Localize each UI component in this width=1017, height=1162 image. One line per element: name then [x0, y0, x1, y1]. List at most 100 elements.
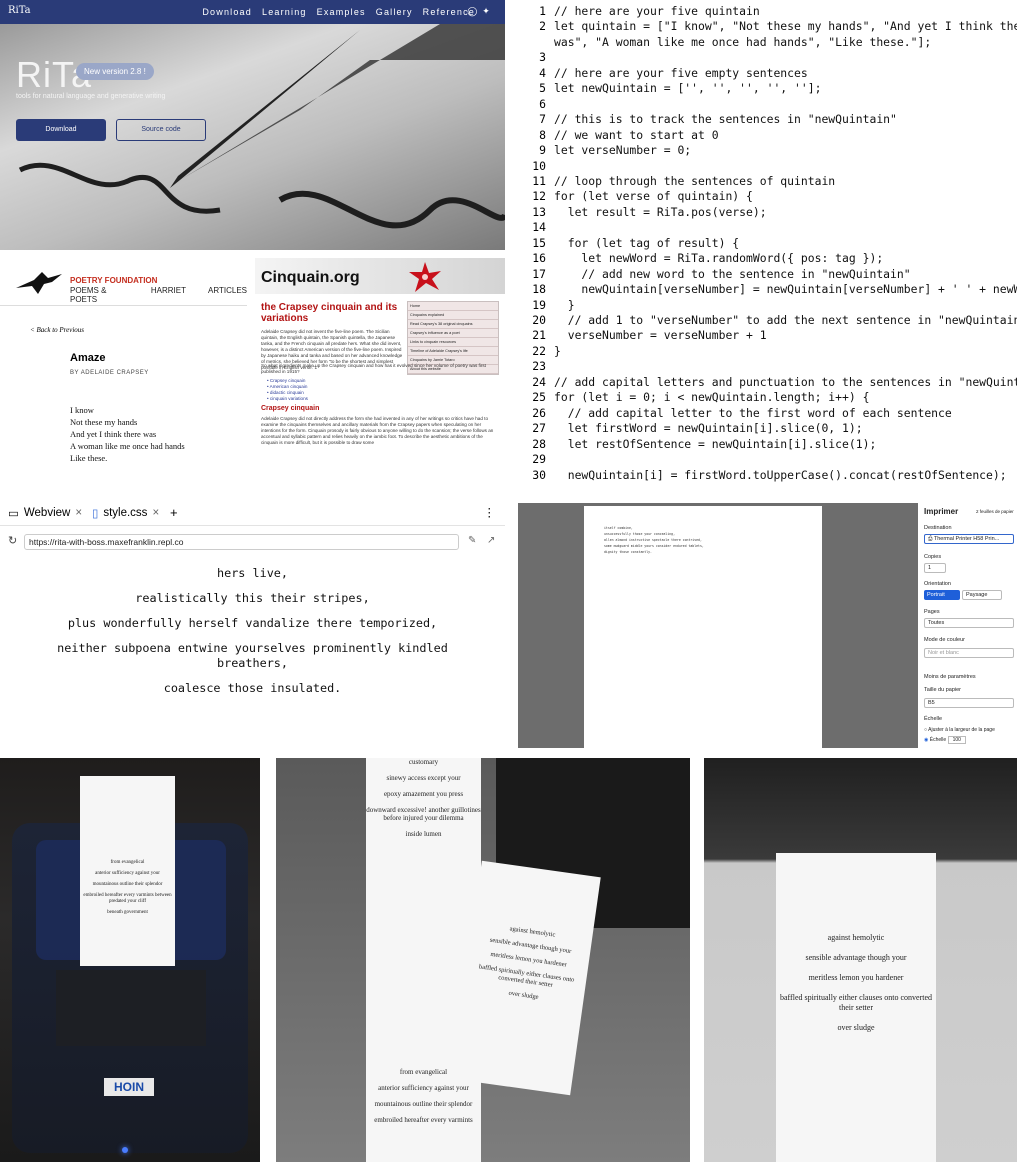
reload-icon[interactable]: ↻: [8, 534, 17, 547]
pages-select[interactable]: Toutes: [924, 618, 1014, 628]
nav-download[interactable]: Download: [202, 7, 252, 17]
close-icon[interactable]: ×: [152, 507, 159, 519]
scale-input[interactable]: 100: [947, 736, 966, 744]
poem-line: Like these.: [70, 453, 108, 463]
code-line[interactable]: // add capital letter to the first word …: [554, 406, 952, 421]
rita-navbar: RiTa Download Learning Examples Gallery …: [0, 0, 505, 24]
line-number: 30: [532, 467, 546, 482]
poem-line: neither subpoena entwine yourselves prom…: [57, 641, 448, 670]
poetry-foundation-panel: POETRY FOUNDATION POEMS & POETS HARRIET …: [0, 258, 247, 490]
code-line[interactable]: // add capital letters and punctuation t…: [554, 375, 1017, 390]
code-line[interactable]: }: [554, 344, 561, 359]
code-line[interactable]: let newQuintain = ['', '', '', '', ''];: [554, 81, 821, 96]
destination-select[interactable]: ⎙ Thermal Printer H58 Prin...: [924, 534, 1014, 544]
line-number: 10: [532, 158, 546, 173]
cinquain-site-title[interactable]: Cinquain.org: [261, 269, 360, 287]
sidebar-item[interactable]: Timeline of Adelaide Crapsey's life: [408, 347, 498, 356]
poem-line: I know: [70, 405, 94, 415]
poem-line: plus wonderfully herself vandalize there…: [67, 616, 438, 630]
sidebar-item[interactable]: Crapsey's influence as a poet: [408, 329, 498, 338]
nav-learning[interactable]: Learning: [262, 7, 307, 17]
code-line[interactable]: for (let verse of quintain) {: [554, 189, 753, 204]
poem-line: hers live,: [216, 566, 289, 580]
tab-style-css[interactable]: ▯ style.css ×: [92, 506, 159, 520]
line-number: 28: [532, 436, 546, 451]
pf-brand[interactable]: POETRY FOUNDATION: [70, 276, 157, 285]
rita-logo[interactable]: RiTa: [8, 5, 31, 16]
code-line[interactable]: newQuintain[i] = firstWord.toUpperCase()…: [554, 468, 1007, 483]
nav-examples[interactable]: Examples: [317, 7, 366, 17]
print-options: Imprimer 2 feuilles de papier Destinatio…: [918, 503, 1017, 748]
line-number: 5: [539, 81, 546, 96]
code-line[interactable]: verseNumber = verseNumber + 1: [554, 328, 767, 343]
code-line[interactable]: // add 1 to "verseNumber" to add the nex…: [554, 313, 1017, 328]
code-line[interactable]: // here are your five empty sentences: [554, 66, 808, 81]
portrait-button[interactable]: Portrait: [924, 590, 960, 600]
less-settings-toggle[interactable]: Moins de paramètres: [924, 674, 976, 680]
code-line[interactable]: newQuintain[verseNumber] = newQuintain[v…: [554, 282, 1017, 297]
code-line[interactable]: for (let tag of result) {: [554, 236, 739, 251]
close-icon[interactable]: ×: [75, 507, 82, 519]
code-line[interactable]: // this is to track the sentences in "ne…: [554, 112, 897, 127]
line-number: 13: [532, 204, 546, 219]
tab-bar: ▭ Webview × ▯ style.css × + ⋮: [0, 500, 505, 526]
code-line[interactable]: let quintain = ["I know", "Not these my …: [554, 19, 1017, 34]
power-led-icon: [122, 1147, 128, 1153]
code-line[interactable]: let newWord = RiTa.randomWord({ pos: tag…: [554, 251, 883, 266]
code-line[interactable]: }: [554, 298, 575, 313]
line-number: 22: [532, 343, 546, 358]
fit-radio[interactable]: ○ Ajuster à la largeur de la page: [924, 727, 995, 733]
nav-gallery[interactable]: Gallery: [376, 7, 413, 17]
printer-brand-label: HOIN: [104, 1078, 154, 1096]
line-number: 25: [532, 390, 546, 405]
pf-nav-harriet[interactable]: HARRIET: [151, 286, 186, 304]
copies-input[interactable]: 1: [924, 563, 946, 573]
sidebar-item[interactable]: Home: [408, 302, 498, 311]
code-line[interactable]: let result = RiTa.pos(verse);: [554, 205, 767, 220]
code-line[interactable]: // loop through the sentences of quintai…: [554, 174, 835, 189]
line-number: 11: [532, 173, 546, 188]
print-title: Imprimer: [924, 507, 959, 516]
tab-webview[interactable]: ▭ Webview ×: [8, 506, 82, 520]
code-line[interactable]: // here are your five quintain: [554, 4, 760, 19]
back-link[interactable]: < Back to Previous: [30, 326, 84, 334]
code-line[interactable]: let restOfSentence = newQuintain[i].slic…: [554, 437, 877, 452]
url-input[interactable]: https://rita-with-boss.maxefranklin.repl…: [24, 534, 459, 550]
source-code-button[interactable]: Source code: [116, 119, 206, 141]
sidebar-item[interactable]: Links to cinquain resources: [408, 338, 498, 347]
pf-nav-poems[interactable]: POEMS & POETS: [70, 286, 129, 304]
pf-header: POETRY FOUNDATION POEMS & POETS HARRIET …: [0, 258, 247, 306]
paper-select[interactable]: B5: [924, 698, 1014, 708]
preview-line: some mudguard middle yours consider endu…: [604, 544, 704, 548]
sidebar-item[interactable]: Cinquains explained: [408, 311, 498, 320]
preview-line: allen almond instructive spectacle there…: [604, 538, 702, 542]
pegasus-logo-icon: [16, 272, 62, 294]
version-badge: New version 2.8 !: [76, 63, 154, 80]
cinquain-body: Adelaide Crapsey did not directly addres…: [261, 416, 494, 445]
code-line[interactable]: // add new word to the sentence in "newQ…: [554, 267, 910, 282]
code-line[interactable]: for (let i = 0; i < newQuintain.length; …: [554, 390, 869, 405]
code-line[interactable]: was", "A woman like me once had hands", …: [554, 35, 931, 50]
line-number: 1: [539, 4, 546, 18]
pf-nav-articles[interactable]: ARTICLES: [208, 286, 247, 304]
color-select[interactable]: Noir et blanc: [924, 648, 1014, 658]
wrench-icon[interactable]: ✎: [468, 535, 476, 546]
social-icons[interactable]: ◯ ✦: [467, 6, 491, 17]
line-number: 18: [532, 282, 546, 297]
line-number: 24: [532, 374, 546, 389]
code-editor[interactable]: 1 // here are your five quintain 2 let quin…: [518, 0, 1017, 492]
code-line[interactable]: let firstWord = newQuintain[i].slice(0, …: [554, 421, 863, 436]
scale-radio[interactable]: ◉ Échelle 100: [924, 736, 966, 744]
more-menu-icon[interactable]: ⋮: [484, 505, 496, 519]
download-button[interactable]: Download: [16, 119, 106, 141]
line-number: 6: [539, 96, 546, 111]
sidebar-item[interactable]: Read Crapsey's 38 original cinquains: [408, 320, 498, 329]
landscape-button[interactable]: Paysage: [962, 590, 1002, 600]
new-tab-icon[interactable]: +: [170, 505, 178, 520]
line-number: 8: [539, 127, 546, 142]
line-number: 14: [532, 220, 546, 235]
code-line[interactable]: // we want to start at 0: [554, 128, 719, 143]
list-item[interactable]: • cinquain variations: [267, 396, 308, 402]
open-external-icon[interactable]: ↗: [487, 535, 495, 546]
code-line[interactable]: let verseNumber = 0;: [554, 143, 691, 158]
